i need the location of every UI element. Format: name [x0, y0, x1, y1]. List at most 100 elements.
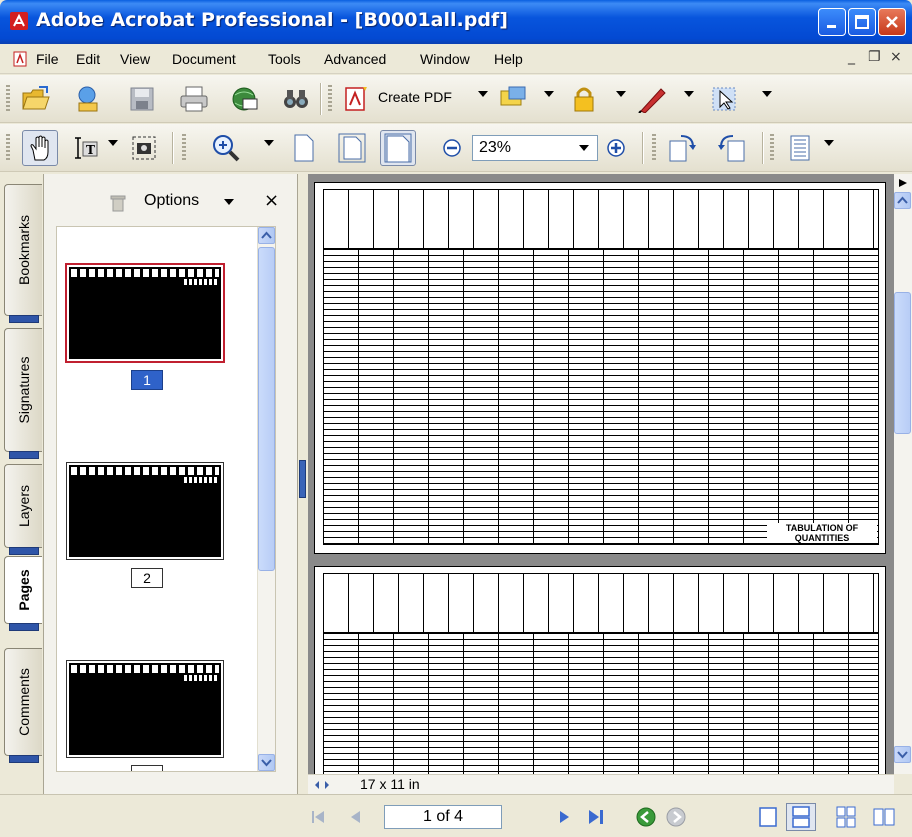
zoom-level-input[interactable] — [473, 136, 569, 160]
toolbar-grip[interactable] — [770, 134, 774, 162]
menu-advanced[interactable]: Advanced — [324, 51, 386, 67]
tab-layers[interactable]: Layers — [4, 464, 42, 555]
select-text-button[interactable]: T — [68, 130, 104, 166]
splitter-handle[interactable] — [299, 460, 306, 498]
zoom-in-button[interactable] — [598, 130, 634, 166]
fit-page-button[interactable] — [334, 130, 370, 166]
page-thumbnail[interactable] — [66, 462, 224, 560]
scroll-down-button[interactable] — [894, 746, 911, 763]
options-menu[interactable]: Options — [144, 192, 199, 210]
menu-file[interactable]: File — [36, 51, 59, 67]
doc-restore-button[interactable]: ❐ — [868, 49, 881, 65]
split-view-icon[interactable] — [898, 178, 908, 188]
page-number-label[interactable]: 2 — [131, 568, 163, 588]
print-button[interactable] — [176, 81, 212, 117]
panel-splitter[interactable] — [298, 174, 308, 794]
tab-comments[interactable]: Comments — [4, 648, 42, 763]
thumbnails-scrollbar[interactable] — [257, 227, 275, 771]
go-back-button[interactable] — [634, 805, 658, 829]
rotate-clockwise-button[interactable] — [664, 130, 700, 166]
toolbar-grip[interactable] — [182, 134, 186, 162]
zoom-out-button[interactable] — [434, 130, 470, 166]
next-page-button[interactable] — [552, 805, 576, 829]
rotate-counterclockwise-button[interactable] — [714, 130, 750, 166]
search-button[interactable] — [278, 81, 314, 117]
page-number-label[interactable] — [131, 765, 163, 771]
tab-signatures[interactable]: Signatures — [4, 328, 42, 459]
continuous-facing-view-button[interactable] — [834, 805, 858, 829]
previous-page-button[interactable] — [344, 805, 368, 829]
page-thumbnail[interactable] — [65, 263, 225, 363]
tab-pages[interactable]: Pages — [4, 556, 42, 631]
pdf-page[interactable] — [314, 566, 886, 774]
secure-button[interactable] — [566, 81, 602, 117]
scroll-thumb[interactable] — [258, 247, 275, 571]
trash-icon[interactable] — [110, 194, 126, 212]
maximize-button[interactable] — [848, 8, 876, 36]
scroll-up-button[interactable] — [258, 227, 275, 244]
organizer-button[interactable] — [72, 81, 108, 117]
open-button[interactable] — [18, 81, 54, 117]
toolbar-grip[interactable] — [6, 85, 10, 113]
zoom-level-field[interactable] — [472, 135, 598, 161]
page-thumbnails[interactable]: 1 2 — [56, 226, 276, 772]
menu-document[interactable]: Document — [172, 51, 236, 67]
snapshot-button[interactable] — [126, 130, 162, 166]
menu-window[interactable]: Window — [420, 51, 470, 67]
first-page-button[interactable] — [306, 805, 330, 829]
options-dropdown-icon[interactable] — [224, 199, 234, 205]
close-button[interactable] — [878, 8, 906, 36]
zoom-tool-dropdown[interactable] — [264, 140, 274, 146]
page-thumbnail[interactable] — [66, 660, 224, 758]
last-page-button[interactable] — [584, 805, 608, 829]
select-text-dropdown[interactable] — [108, 140, 118, 146]
advanced-editing-button[interactable] — [706, 81, 742, 117]
continuous-view-button[interactable] — [786, 803, 816, 831]
secure-dropdown[interactable] — [616, 91, 626, 97]
title-bar[interactable]: Adobe Acrobat Professional - [B0001all.p… — [0, 0, 912, 44]
create-pdf-label[interactable]: Create PDF — [378, 89, 452, 105]
pdf-document-icon[interactable] — [12, 51, 28, 67]
review-button[interactable] — [496, 81, 532, 117]
doc-close-button[interactable]: × — [890, 49, 902, 65]
save-button[interactable] — [124, 81, 160, 117]
minimize-button[interactable] — [818, 8, 846, 36]
create-pdf-icon-button[interactable] — [338, 81, 374, 117]
hand-tool-button[interactable] — [22, 130, 58, 166]
page-layout-dropdown[interactable] — [824, 140, 834, 146]
sign-dropdown[interactable] — [684, 91, 694, 97]
sign-button[interactable] — [634, 81, 670, 117]
scroll-thumb[interactable] — [894, 292, 911, 434]
menu-view[interactable]: View — [120, 51, 150, 67]
tab-bookmarks[interactable]: Bookmarks — [4, 184, 42, 323]
toolbar-grip[interactable] — [6, 134, 10, 162]
menu-tools[interactable]: Tools — [268, 51, 301, 67]
close-panel-button[interactable]: × — [264, 190, 279, 211]
page-number-label[interactable]: 1 — [131, 370, 163, 390]
fit-width-button[interactable] — [380, 130, 416, 166]
advanced-editing-dropdown[interactable] — [762, 91, 772, 97]
scroll-down-button[interactable] — [258, 754, 275, 771]
menu-edit[interactable]: Edit — [76, 51, 100, 67]
document-horizontal-scrollbar[interactable]: 17 x 11 in — [308, 774, 894, 794]
review-dropdown[interactable] — [544, 91, 554, 97]
toolbar-grip[interactable] — [328, 85, 332, 113]
facing-view-button[interactable] — [872, 805, 896, 829]
menu-help[interactable]: Help — [494, 51, 523, 67]
document-view[interactable]: TABULATION OF QUANTITIES — [308, 174, 912, 774]
scroll-up-button[interactable] — [894, 192, 911, 209]
email-button[interactable] — [226, 81, 262, 117]
toolbar-grip[interactable] — [652, 134, 656, 162]
create-pdf-dropdown[interactable] — [478, 91, 488, 97]
zoom-in-tool-button[interactable] — [208, 130, 244, 166]
doc-minimize-button[interactable]: _ — [848, 49, 855, 65]
page-number-field[interactable]: 1 of 4 — [384, 805, 502, 829]
document-vertical-scrollbar[interactable] — [894, 174, 912, 774]
go-forward-button[interactable] — [664, 805, 688, 829]
zoom-level-dropdown[interactable] — [579, 145, 589, 151]
pdf-page[interactable]: TABULATION OF QUANTITIES — [314, 182, 886, 554]
resize-arrows-icon[interactable] — [314, 779, 330, 791]
single-page-view-button[interactable] — [756, 805, 780, 829]
single-page-layout-button[interactable] — [782, 130, 818, 166]
actual-size-button[interactable] — [286, 130, 322, 166]
